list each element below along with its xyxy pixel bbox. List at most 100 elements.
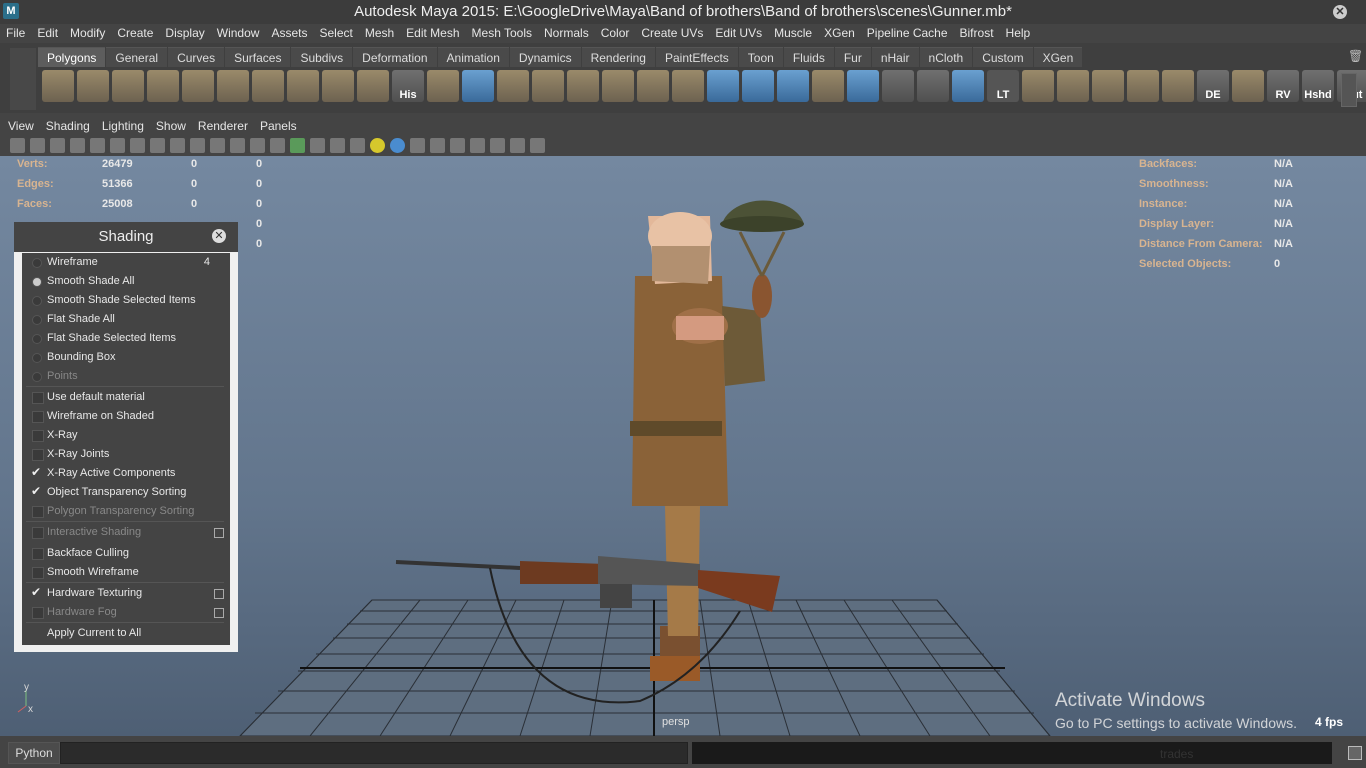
shelf-tab-polygons[interactable]: Polygons (38, 47, 106, 67)
shelf-tab-general[interactable]: General (106, 47, 168, 67)
de-icon[interactable]: DE (1197, 70, 1229, 102)
shelf-tab-dynamics[interactable]: Dynamics (509, 47, 581, 67)
xray-joints-icon[interactable] (530, 138, 545, 153)
shading-smooth-shade-selected[interactable]: Smooth Shade Selected Items (22, 291, 230, 310)
poly-helix-icon[interactable] (322, 70, 354, 102)
menu-xgen[interactable]: XGen (818, 24, 861, 43)
combine-icon[interactable] (427, 70, 459, 102)
fill-hole-icon[interactable] (777, 70, 809, 102)
option-box-icon[interactable] (214, 528, 224, 538)
boolean-difference-icon[interactable] (602, 70, 634, 102)
option-box-icon[interactable] (214, 589, 224, 599)
uv-spherical-icon[interactable] (1092, 70, 1124, 102)
uv-automatic-icon[interactable] (1127, 70, 1159, 102)
menu-modify[interactable]: Modify (64, 24, 111, 43)
menu-mesh-tools[interactable]: Mesh Tools (466, 24, 538, 43)
menu-muscle[interactable]: Muscle (768, 24, 818, 43)
hypershade-icon[interactable]: Hshd (1302, 70, 1334, 102)
menu-bifrost[interactable]: Bifrost (954, 24, 1000, 43)
shelf-tab-rendering[interactable]: Rendering (581, 47, 655, 67)
panel-menu-view[interactable]: View (2, 118, 40, 135)
shading-smooth-shade-all[interactable]: Smooth Shade All (22, 272, 230, 291)
poly-torus-icon[interactable] (217, 70, 249, 102)
shadows-icon[interactable] (370, 138, 385, 153)
shading-wireframe[interactable]: Wireframe 4 (22, 253, 230, 272)
shelf-tab-subdivs[interactable]: Subdivs (291, 47, 353, 67)
xray-active-components-icon[interactable] (510, 138, 525, 153)
uv-layout-icon[interactable] (1162, 70, 1194, 102)
panel-menu-show[interactable]: Show (150, 118, 192, 135)
select-camera-icon[interactable] (10, 138, 25, 153)
shelf-menu-handle[interactable] (10, 48, 36, 110)
menu-file[interactable]: File (0, 24, 31, 43)
shelf-tab-custom[interactable]: Custom (973, 47, 1033, 67)
depth-of-field-icon[interactable] (450, 138, 465, 153)
sculpt-icon[interactable] (812, 70, 844, 102)
menu-create-uvs[interactable]: Create UVs (635, 24, 709, 43)
shading-xray-active-components[interactable]: X-Ray Active Components (22, 463, 230, 483)
two-d-pan-icon[interactable] (110, 138, 125, 153)
isolate-select-icon[interactable] (470, 138, 485, 153)
bookmarks-icon[interactable] (50, 138, 65, 153)
wireframe-on-shaded-icon[interactable] (310, 138, 325, 153)
wireframe-icon[interactable] (270, 138, 285, 153)
boolean-union-icon[interactable] (567, 70, 599, 102)
command-input[interactable] (60, 742, 688, 764)
image-plane-icon[interactable] (70, 138, 85, 153)
menu-edit-uvs[interactable]: Edit UVs (709, 24, 768, 43)
trash-icon[interactable]: 🗑 (1348, 49, 1363, 63)
shading-smooth-wireframe[interactable]: Smooth Wireframe (22, 563, 230, 582)
safe-action-icon[interactable] (230, 138, 245, 153)
xray-icon[interactable] (490, 138, 505, 153)
history-icon[interactable]: His (392, 70, 424, 102)
menu-pipeline-cache[interactable]: Pipeline Cache (861, 24, 954, 43)
shelf-tab-fur[interactable]: Fur (834, 47, 871, 67)
extract-icon[interactable] (497, 70, 529, 102)
film-gate-icon[interactable] (150, 138, 165, 153)
shelf-scrollbar[interactable] (1341, 73, 1357, 107)
transform-component-icon[interactable] (917, 70, 949, 102)
anti-aliasing-icon[interactable] (430, 138, 445, 153)
shelf-tab-animation[interactable]: Animation (437, 47, 509, 67)
lt-icon[interactable]: LT (987, 70, 1019, 102)
menu-help[interactable]: Help (1000, 24, 1037, 43)
smooth-icon[interactable] (532, 70, 564, 102)
append-polygon-icon[interactable] (742, 70, 774, 102)
script-language-button[interactable]: Python (8, 742, 60, 764)
menu-assets[interactable]: Assets (265, 24, 313, 43)
poly-pipe-icon[interactable] (287, 70, 319, 102)
grease-pencil-icon[interactable] (90, 138, 105, 153)
shading-apply-current-to-all[interactable]: Apply Current to All (22, 624, 230, 643)
menu-window[interactable]: Window (211, 24, 266, 43)
poly-pyramid-icon[interactable] (252, 70, 284, 102)
menu-normals[interactable]: Normals (538, 24, 595, 43)
menu-color[interactable]: Color (595, 24, 636, 43)
camera-attributes-icon[interactable] (30, 138, 45, 153)
menu-edit[interactable]: Edit (31, 24, 64, 43)
shading-backface-culling[interactable]: Backface Culling (22, 544, 230, 563)
uv-cylindrical-icon[interactable] (1057, 70, 1089, 102)
textured-icon[interactable] (330, 138, 345, 153)
panel-menu-lighting[interactable]: Lighting (96, 118, 150, 135)
soft-select-icon[interactable] (882, 70, 914, 102)
shelf-tab-xgen[interactable]: XGen (1033, 47, 1083, 67)
resolution-gate-icon[interactable] (170, 138, 185, 153)
mirror-geometry-icon[interactable] (637, 70, 669, 102)
poly-cylinder-icon[interactable] (112, 70, 144, 102)
use-all-lights-icon[interactable] (350, 138, 365, 153)
menu-edit-mesh[interactable]: Edit Mesh (400, 24, 465, 43)
poly-sphere-icon[interactable] (42, 70, 74, 102)
cube-map-icon[interactable] (952, 70, 984, 102)
smooth-shade-icon[interactable] (290, 138, 305, 153)
shelf-tab-ncloth[interactable]: nCloth (919, 47, 973, 67)
render-view-icon[interactable]: RV (1267, 70, 1299, 102)
shading-object-transparency-sorting[interactable]: Object Transparency Sorting (22, 482, 230, 502)
shading-xray-joints[interactable]: X-Ray Joints (22, 445, 230, 464)
shelf-tab-fluids[interactable]: Fluids (783, 47, 834, 67)
shading-flat-shade-selected[interactable]: Flat Shade Selected Items (22, 329, 230, 348)
shading-xray[interactable]: X-Ray (22, 426, 230, 445)
shelf-tab-surfaces[interactable]: Surfaces (225, 47, 291, 67)
lattice-icon[interactable] (847, 70, 879, 102)
shading-flat-shade-all[interactable]: Flat Shade All (22, 310, 230, 329)
menu-create[interactable]: Create (111, 24, 159, 43)
